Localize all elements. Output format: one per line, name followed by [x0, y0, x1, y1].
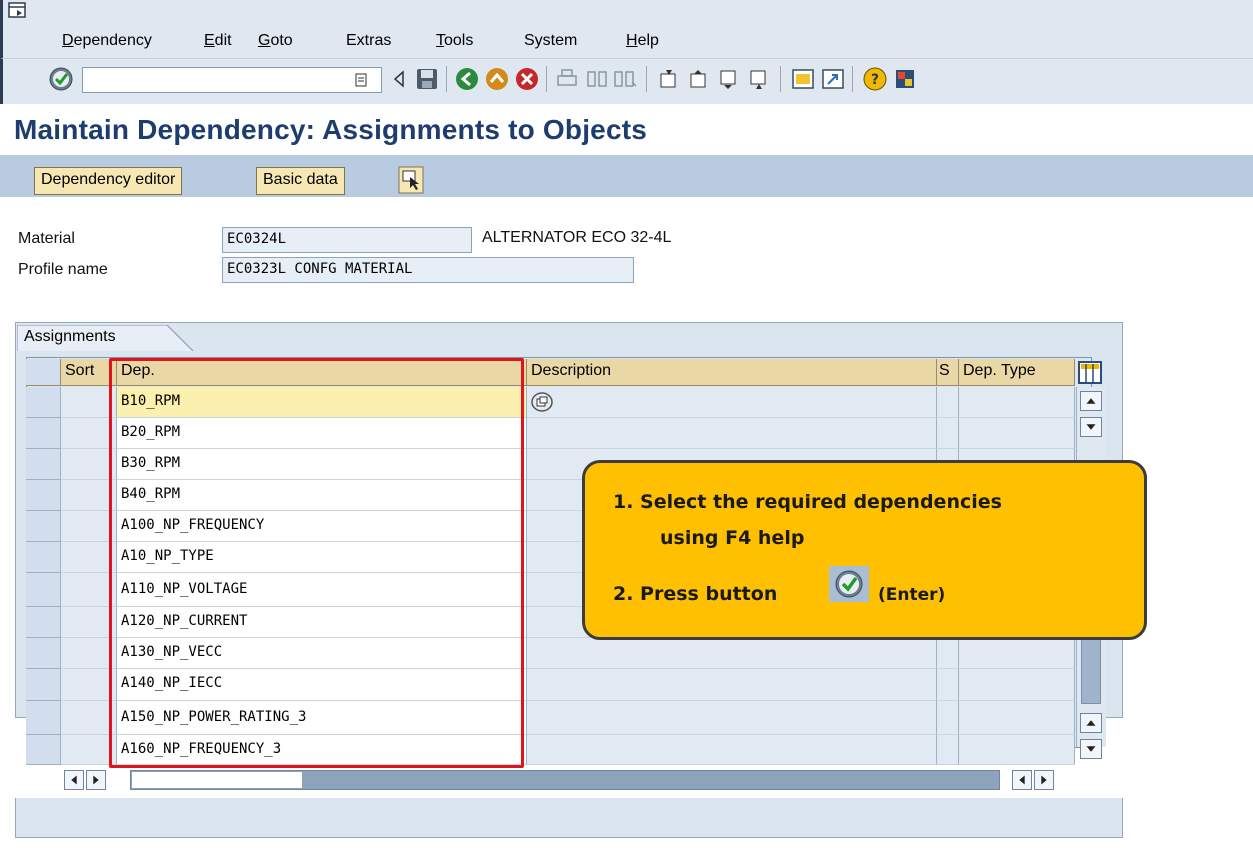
toolbar-separator [852, 66, 853, 92]
dep-type-cell [959, 669, 1075, 701]
toolbar-separator [780, 66, 781, 92]
row-selector[interactable] [26, 735, 61, 765]
find-icon[interactable] [584, 66, 610, 92]
scroll-right-icon[interactable] [86, 770, 106, 790]
callout-step-1: 1. Select the required dependencies [613, 491, 1002, 513]
scroll-up-icon[interactable] [1080, 391, 1102, 411]
row-selector[interactable] [26, 669, 61, 701]
row-selector[interactable] [26, 449, 61, 480]
dep-type-cell [959, 701, 1075, 735]
customize-layout-icon[interactable] [892, 66, 918, 92]
menu-goto[interactable]: Goto [258, 32, 293, 50]
description-cell [527, 669, 937, 701]
description-cell [527, 418, 937, 449]
column-header-s[interactable]: S [937, 359, 959, 386]
scroll-down-icon[interactable] [1080, 739, 1102, 759]
select-objects-icon[interactable] [398, 166, 424, 194]
material-description: ALTERNATOR ECO 32-4L [482, 229, 672, 246]
dep-type-cell [959, 418, 1075, 449]
dep-type-cell [959, 387, 1075, 418]
material-field[interactable]: EC0324L [222, 227, 472, 253]
help-icon[interactable]: ? [862, 66, 888, 92]
toolbar-separator [546, 66, 547, 92]
row-selector[interactable] [26, 480, 61, 511]
cancel-icon[interactable] [514, 66, 540, 92]
first-page-icon[interactable] [656, 66, 682, 92]
previous-page-icon[interactable] [686, 66, 712, 92]
description-cell [527, 387, 937, 418]
scroll-left-icon[interactable] [1012, 770, 1032, 790]
assignments-tab-label: Assignments [24, 328, 116, 345]
callout-step-1-cont: using F4 help [660, 527, 805, 549]
toolbar-separator [646, 66, 647, 92]
s-cell [937, 669, 959, 701]
find-next-icon[interactable] [612, 66, 638, 92]
enter-icon[interactable] [48, 66, 74, 92]
row-selector[interactable] [26, 511, 61, 542]
row-selector[interactable] [26, 573, 61, 607]
row-selector[interactable] [26, 701, 61, 735]
s-cell [937, 701, 959, 735]
description-cell [527, 701, 937, 735]
application-toolbar [0, 155, 1253, 197]
scroll-page-down-icon[interactable] [1080, 417, 1102, 437]
instruction-callout [582, 460, 1147, 640]
row-selector[interactable] [26, 638, 61, 669]
dep-column-highlight [109, 358, 524, 768]
toolbar-separator [446, 66, 447, 92]
menu-dependency[interactable]: Dependency [62, 32, 152, 50]
material-label: Material [18, 230, 75, 247]
menu-tools[interactable]: Tools [436, 32, 473, 50]
menu-edit[interactable]: Edit [204, 32, 232, 50]
scroll-page-up-icon[interactable] [1080, 713, 1102, 733]
s-cell [937, 418, 959, 449]
create-session-icon[interactable] [790, 66, 816, 92]
save-icon[interactable] [414, 66, 440, 92]
print-icon[interactable] [554, 66, 580, 92]
back-arrow-icon[interactable] [386, 66, 412, 92]
possible-entries-icon[interactable] [530, 391, 554, 413]
column-header-description[interactable]: Description [527, 359, 937, 386]
row-selector[interactable] [26, 387, 61, 418]
dep-type-cell [959, 638, 1075, 669]
profile-name-label: Profile name [18, 261, 108, 278]
s-cell [937, 638, 959, 669]
description-cell [527, 638, 937, 669]
s-cell [937, 387, 959, 418]
page-title: Maintain Dependency: Assignments to Obje… [14, 114, 648, 145]
row-selector[interactable] [26, 542, 61, 573]
select-all-rows-cell[interactable] [26, 359, 61, 386]
table-footer [15, 798, 1123, 838]
profile-name-field[interactable]: EC0323L CONFG MATERIAL [222, 257, 634, 283]
dep-type-cell [959, 735, 1075, 765]
menu-system[interactable]: System [524, 32, 577, 50]
table-settings-icon[interactable] [1077, 360, 1103, 385]
description-cell [527, 735, 937, 765]
system-menu-icon[interactable] [8, 2, 26, 18]
next-page-icon[interactable] [716, 66, 742, 92]
horizontal-scroll-thumb[interactable] [132, 772, 302, 788]
dependency-editor-button[interactable]: Dependency editor [34, 167, 183, 195]
column-header-dep-type[interactable]: Dep. Type [959, 359, 1075, 386]
callout-step-2: 2. Press button [613, 583, 778, 605]
basic-data-button[interactable]: Basic data [256, 167, 345, 195]
row-selector[interactable] [26, 418, 61, 449]
s-cell [937, 735, 959, 765]
scroll-left-icon[interactable] [64, 770, 84, 790]
scroll-right-icon[interactable] [1034, 770, 1054, 790]
command-field[interactable] [82, 67, 382, 93]
back-icon[interactable] [454, 66, 480, 92]
menu-help[interactable]: Help [626, 32, 659, 50]
enter-icon [829, 566, 869, 602]
svg-text:?: ? [871, 72, 879, 88]
last-page-icon[interactable] [746, 66, 772, 92]
shortcut-icon[interactable] [820, 66, 846, 92]
menu-extras[interactable]: Extras [346, 32, 391, 50]
exit-icon[interactable] [484, 66, 510, 92]
callout-enter-label: (Enter) [878, 585, 946, 605]
command-dropdown-icon[interactable] [355, 73, 367, 87]
row-selector[interactable] [26, 607, 61, 638]
